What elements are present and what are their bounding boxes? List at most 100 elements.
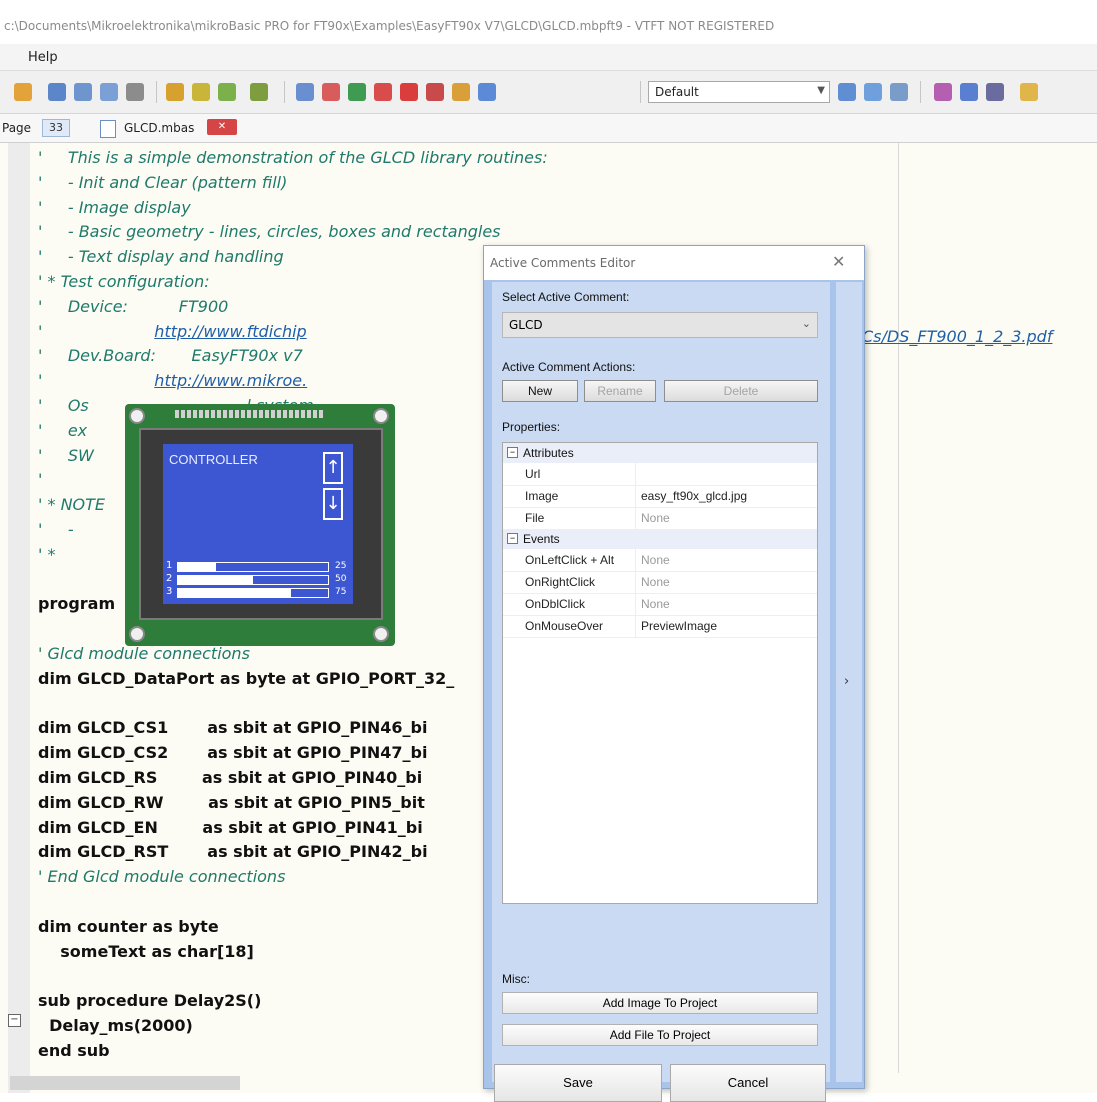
property-value[interactable]: easy_ft90x_glcd.jpg [641,489,747,503]
code-line: ' - Text display and handling [38,247,284,267]
add-file-to-project-button[interactable]: Add File To Project [502,1024,818,1046]
lcd-progress-bar [177,588,329,598]
active-comment-select[interactable]: GLCD ⌄ [502,312,818,338]
dialog-title-bar: Active Comments Editor ✕ [484,246,864,280]
property-divider [635,507,636,529]
window-title-bar: c:\Documents\Mikroelektronika\mikroBasic… [0,0,1097,44]
run-icon[interactable] [322,83,340,101]
scheme-load-icon[interactable] [864,83,882,101]
compile-icon[interactable] [250,83,268,101]
programmer-icon[interactable] [426,83,444,101]
property-key: OnRightClick [525,575,596,589]
code-line: dim counter as byte [38,916,219,936]
cancel-button[interactable]: Cancel [670,1064,826,1102]
delete-button[interactable]: Delete [664,380,818,402]
save-icon[interactable] [48,83,66,101]
property-key: Url [525,467,541,481]
build-all-icon[interactable] [192,83,210,101]
code-line: someText as char[18] [38,941,254,961]
tab-glcd-mbas[interactable]: GLCD.mbas [124,121,194,135]
lcd-pin-header [175,410,325,418]
property-value[interactable]: None [641,553,670,567]
step-icon[interactable] [374,83,392,101]
code-url-link[interactable]: http://www.ftdichip [154,322,306,341]
property-key: Image [525,489,559,503]
property-row[interactable]: File None [503,507,817,530]
lcd-progress-fill [178,589,291,597]
page-label: Page [2,121,32,135]
window-icon[interactable] [986,83,1004,101]
property-value[interactable]: PreviewImage [641,619,717,633]
italic-icon[interactable] [960,83,978,101]
fold-toggle-icon[interactable]: − [8,1014,21,1027]
lcd-bar-value: 25 [335,561,347,571]
code-line: ' * Test configuration: [38,272,210,291]
page-number[interactable]: 33 [42,119,70,137]
property-value[interactable]: None [641,597,670,611]
code-line: program [38,594,116,614]
save-all-icon[interactable] [74,83,92,101]
new-button[interactable]: New [502,380,578,402]
property-row[interactable]: Url [503,463,817,486]
copy-icon[interactable] [100,83,118,101]
chevron-right-icon[interactable]: › [844,674,849,689]
horizontal-scrollbar[interactable] [10,1076,240,1090]
property-row[interactable]: Image easy_ft90x_glcd.jpg [503,485,817,508]
menu-help[interactable]: Help [28,50,58,65]
property-value[interactable]: None [641,511,670,525]
code-line: dim GLCD_CS1 as sbit at GPIO_PIN46_bi [38,718,428,738]
close-icon[interactable]: ✕ [207,119,237,135]
mount-hole [373,408,389,424]
print-icon[interactable] [126,83,144,101]
rename-button[interactable]: Rename [584,380,656,402]
property-divider [635,615,636,637]
lcd-progress-bar [177,575,329,585]
tools-icon[interactable] [452,83,470,101]
chevron-down-icon[interactable]: ▼ [817,85,825,96]
help-icon[interactable] [348,83,366,101]
code-line: ' Dev.Board: EasyFT90x v7 [38,346,303,366]
lcd-progress-fill [178,576,253,584]
bookmark-icon[interactable] [1020,83,1038,101]
scheme-delete-icon[interactable] [890,83,908,101]
add-image-to-project-button[interactable]: Add Image To Project [502,992,818,1014]
property-row[interactable]: OnLeftClick + Alt None [503,549,817,572]
edit-icon[interactable] [934,83,952,101]
code-url-link[interactable]: http://www.mikroe. [154,371,307,390]
file-icon [100,120,116,138]
build-project-icon[interactable] [218,83,236,101]
property-value[interactable]: None [641,575,670,589]
property-divider [635,549,636,571]
lcd-progress-bar [177,562,329,572]
arrow-down-icon: ↓ [323,488,343,520]
property-row[interactable]: OnDblClick None [503,593,817,616]
events-category[interactable]: − Events [503,529,817,549]
selected-comment: GLCD [509,318,543,332]
code-line: ' * NOTE [38,495,106,515]
mount-hole [373,626,389,642]
editor-gutter [8,143,30,1093]
collapse-icon[interactable]: − [507,533,518,544]
scheme-save-icon[interactable] [838,83,856,101]
scheme-value: Default [655,85,699,99]
property-divider [635,463,636,485]
toolbar-separator [156,81,157,103]
new-project-icon[interactable] [14,83,32,101]
export-icon[interactable] [400,83,418,101]
close-icon[interactable]: ✕ [832,252,845,271]
mount-hole [129,408,145,424]
attributes-category[interactable]: − Attributes [503,443,817,463]
property-grid[interactable]: − Attributes Url Image easy_ft90x_glcd.jpg… [502,442,818,904]
property-row[interactable]: OnRightClick None [503,571,817,594]
debug-icon[interactable] [296,83,314,101]
overflow-url[interactable]: Cs/DS_FT900_1_2_3.pdf [862,327,1052,346]
window-title: c:\Documents\Mikroelektronika\mikroBasic… [4,19,775,33]
build-icon[interactable] [166,83,184,101]
collapse-icon[interactable]: − [507,447,518,458]
property-row[interactable]: OnMouseOver PreviewImage [503,615,817,638]
save-button[interactable]: Save [494,1064,662,1102]
code-line: ' http://www.ftdichip [38,322,307,341]
scheme-combobox[interactable]: Default ▼ [648,81,830,103]
options-icon[interactable] [478,83,496,101]
chevron-down-icon[interactable]: ⌄ [802,317,811,330]
